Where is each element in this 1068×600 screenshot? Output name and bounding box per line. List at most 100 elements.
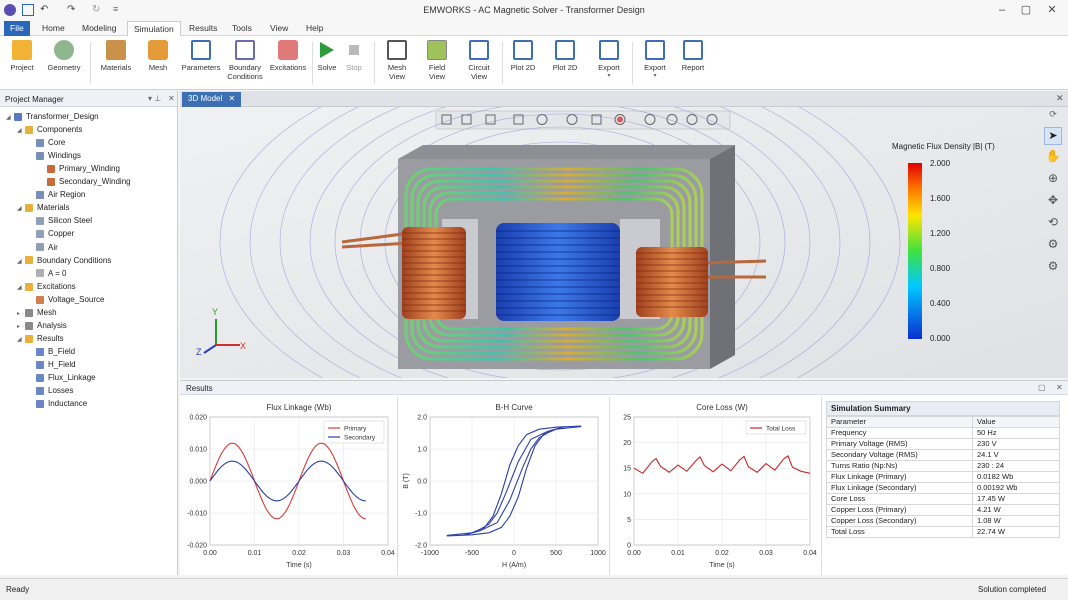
plot-2d-button-2[interactable]: Plot 2D [548, 40, 582, 72]
table-cell: Turns Ratio (Np:Ns) [826, 460, 973, 472]
materials-icon [106, 40, 126, 60]
expand-arrow-icon[interactable]: ◢ [17, 203, 25, 216]
tree-item[interactable]: ◢ Components [17, 123, 82, 136]
tree-item[interactable]: Air [28, 241, 58, 254]
maximize-button[interactable]: ▢ [1018, 3, 1034, 17]
expand-arrow-icon[interactable]: ◢ [6, 112, 14, 125]
x-axis-label: Time (s) [286, 562, 311, 569]
menu-bar: File Home Modeling Simulation Results To… [0, 20, 1068, 36]
close-button[interactable]: ✕ [1044, 3, 1060, 17]
tree-item[interactable]: Voltage_Source [28, 293, 105, 306]
tab-results[interactable]: Results [183, 21, 223, 36]
tab-tools[interactable]: Tools [226, 21, 258, 36]
field-view-button[interactable]: Field View [420, 40, 454, 81]
tree-item[interactable]: Silicon Steel [28, 214, 92, 227]
tree-item[interactable]: ◢ Results [17, 332, 64, 345]
pan-hand-icon[interactable]: ✋ [1044, 149, 1062, 167]
minimize-button[interactable]: – [994, 3, 1010, 17]
chevron-down-icon: ▾ [653, 73, 657, 79]
plot-2d-button[interactable]: Plot 2D [506, 40, 540, 72]
tree-item[interactable]: B_Field [28, 345, 75, 358]
tick-label: 0.00 [203, 550, 217, 557]
project-manager-header: Project Manager ▾ ⊥ ✕ [0, 91, 177, 107]
refresh-icon[interactable]: ⟳ [1044, 109, 1062, 127]
tree-item[interactable]: ▸ Analysis [17, 319, 67, 332]
expand-arrow-icon[interactable]: ◢ [17, 334, 25, 347]
transformer-model[interactable]: Y X Z Magnetic Flux Density |B| (T) 2.00… [180, 107, 1068, 378]
ribbon-separator [502, 42, 503, 84]
tree-item[interactable]: ◢ Boundary Conditions [17, 254, 111, 267]
tree-item[interactable]: Primary_Winding [39, 162, 120, 175]
export-button[interactable]: Export ▾ [592, 40, 626, 81]
close-view-icon[interactable]: ✕ [1056, 93, 1064, 104]
cube-icon [36, 138, 44, 147]
core-loss-plot[interactable]: Core Loss (W) 0.00 0.01 0.02 0.03 0.04 25 20 15 1… [610, 397, 822, 575]
tree-item[interactable]: Flux_Linkage [28, 371, 96, 384]
tab-3d-model[interactable]: 3D Model ✕ [182, 92, 242, 107]
tree-item[interactable]: A = 0 [28, 267, 66, 280]
close-panel-icon[interactable]: ✕ [168, 94, 175, 103]
3d-viewport[interactable]: 3D Model ✕ ✕ Y X Z Magnetic Flux Density… [180, 91, 1068, 378]
select-pointer-icon[interactable]: ➤ [1044, 127, 1062, 145]
center-winding-coil[interactable] [496, 223, 620, 321]
circuit-view-button[interactable]: Circuit View [462, 40, 496, 81]
tab-home[interactable]: Home [36, 21, 71, 36]
tree-item[interactable]: Losses [28, 384, 73, 397]
close-tab-icon[interactable]: ✕ [228, 94, 235, 103]
tree-item[interactable]: Core [28, 136, 65, 149]
expand-arrow-icon[interactable]: ◢ [17, 256, 25, 269]
geometry-icon [54, 40, 74, 60]
restore-panel-icon[interactable]: ▢ [1038, 383, 1046, 392]
tree-item[interactable]: Windings [28, 149, 81, 162]
tree-item[interactable]: ◢ Transformer_Design [6, 110, 99, 123]
result-icon [36, 347, 44, 356]
geometry-button[interactable]: Geometry [44, 40, 84, 72]
zoom-icon[interactable]: ⊕ [1044, 171, 1062, 189]
view-toolbar[interactable] [435, 110, 731, 130]
table-row: Flux Linkage (Primary) 0.0182 Wb [826, 471, 1060, 483]
project-button[interactable]: Project [6, 40, 38, 72]
mesh-button[interactable]: Mesh [142, 40, 174, 72]
tab-help[interactable]: Help [300, 21, 329, 36]
table-cell: 24.1 V [972, 449, 1060, 461]
status-text: Ready [6, 585, 30, 594]
parameters-button[interactable]: Parameters [180, 40, 222, 72]
move-icon[interactable]: ✥ [1044, 193, 1062, 211]
tree-item[interactable]: ◢ Materials [17, 201, 69, 214]
tab-view[interactable]: View [264, 21, 294, 36]
rotate-icon[interactable]: ⟲ [1044, 215, 1062, 233]
close-panel-icon[interactable]: ✕ [1056, 383, 1063, 392]
tree-item[interactable]: Inductance [28, 397, 87, 410]
flux-linkage-plot[interactable]: Flux Linkage (Wb) 0.00 0.01 0.02 0.03 0.04 0.0… [180, 397, 398, 575]
result-icon [36, 386, 44, 395]
bh-curve-plot[interactable]: B-H Curve -1000 -500 0 500 1000 2.0 1.0 0.0 -1.0 -… [398, 397, 610, 575]
tree-item[interactable]: Air Region [28, 188, 85, 201]
expand-arrow-icon[interactable]: ◢ [17, 125, 25, 138]
tab-simulation[interactable]: Simulation [127, 21, 181, 36]
tree-item[interactable]: ◢ Excitations [17, 280, 76, 293]
tree-item[interactable]: Copper [28, 227, 74, 240]
tree-item[interactable]: ▸ Mesh [17, 306, 57, 319]
tab-modeling[interactable]: Modeling [76, 21, 123, 36]
tree-item-label: Core [48, 138, 66, 148]
legend-label: Secondary [344, 435, 376, 442]
pin-icon[interactable]: ▾ ⊥ [148, 94, 161, 103]
tree-item[interactable]: H_Field [28, 358, 76, 371]
expand-arrow-icon[interactable]: ◢ [17, 282, 25, 295]
tab-file[interactable]: File [4, 21, 30, 36]
solve-button[interactable]: Solve [316, 40, 338, 72]
result-icon [36, 360, 44, 369]
boundary-conditions-button[interactable]: Boundary Conditions [224, 40, 266, 81]
folder-icon [25, 282, 33, 291]
gear-icon[interactable]: ⚙ [1044, 259, 1062, 277]
export-button-2[interactable]: Export ▾ [638, 40, 672, 81]
boundary-icon [36, 269, 44, 278]
excitations-button[interactable]: Excitations [268, 40, 308, 72]
materials-button[interactable]: Materials [98, 40, 134, 72]
tree-item-label: Inductance [48, 399, 88, 409]
mesh-view-button[interactable]: Mesh View [380, 40, 414, 81]
report-button[interactable]: Report [676, 40, 710, 72]
tree-item[interactable]: Secondary_Winding [39, 175, 131, 188]
status-bar: Ready Solution completed [0, 578, 1068, 600]
settings-icon[interactable]: ⚙ [1044, 237, 1062, 255]
